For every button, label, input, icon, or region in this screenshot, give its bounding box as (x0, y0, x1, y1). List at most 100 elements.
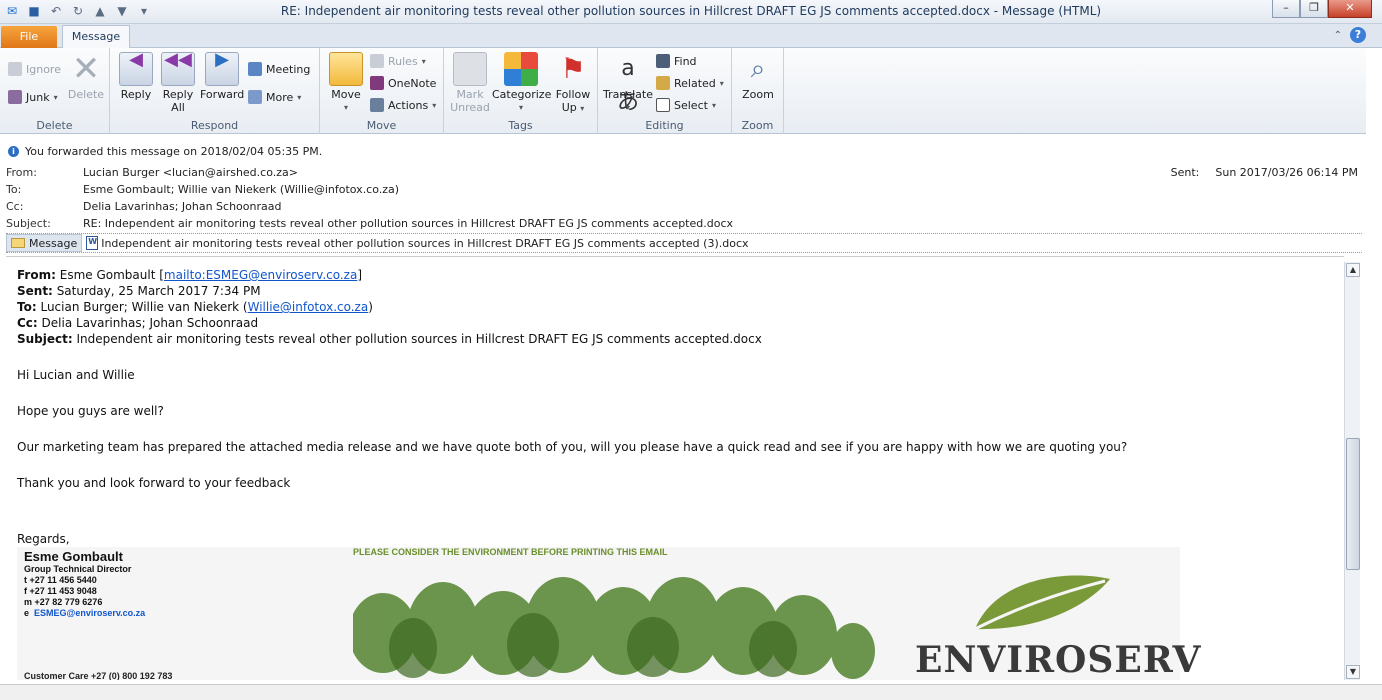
window-title: RE: Independent air monitoring tests rev… (280, 4, 1102, 18)
more-button[interactable]: More ▾ (248, 90, 301, 104)
group-label-delete: Delete (36, 119, 73, 132)
email-signature: Esme Gombault Group Technical Director t… (17, 547, 1200, 680)
reply-all-icon: ◀◀ (161, 51, 195, 86)
close-button[interactable]: ✕ (1328, 0, 1372, 18)
greeting: Hi Lucian and Willie (17, 368, 135, 382)
body-line-2: Our marketing team has prepared the atta… (17, 440, 1128, 454)
signature-tel: t +27 11 456 5440 (24, 575, 97, 585)
scroll-thumb[interactable] (1346, 438, 1360, 570)
ignore-button[interactable]: Ignore (8, 62, 61, 76)
mailto-link[interactable]: mailto:ESMEG@enviroserv.co.za (164, 268, 357, 282)
delete-button[interactable]: ✕ Delete (66, 52, 106, 101)
signature-fax: f +27 11 453 9048 (24, 586, 97, 596)
move-button[interactable]: Move ▾ (326, 52, 366, 114)
vertical-scrollbar[interactable]: ▲ ▼ (1344, 262, 1360, 680)
minimize-button[interactable]: – (1272, 0, 1300, 18)
group-tags: Mark Unread Categorize ▾ ⚑ Follow Up ▾ T… (444, 48, 598, 134)
group-zoom: ⌕ Zoom Zoom (732, 48, 784, 134)
cursor-icon (656, 98, 670, 112)
group-label-zoom: Zoom (741, 119, 774, 132)
group-respond: ◀ Reply ◀◀ Reply All ▶ Forward Meeting M… (110, 48, 320, 134)
group-label-respond: Respond (190, 119, 239, 132)
attachment-bar: Message Independent air monitoring tests… (6, 233, 1362, 253)
header-cc: Cc: Delia Lavarinhas; Johan Schoonraad (6, 200, 282, 213)
group-label-editing: Editing (645, 119, 684, 132)
categorize-icon (504, 52, 538, 86)
signature-email-row: e ESMEG@enviroserv.co.za (24, 608, 146, 618)
envelope-icon (11, 238, 25, 248)
select-button[interactable]: Select ▾ (656, 98, 716, 112)
more-icon (248, 90, 262, 104)
help-icon[interactable]: ? (1350, 27, 1366, 43)
group-delete: Ignore Junk ▾ ✕ Delete Delete (0, 48, 110, 134)
signature-name: Esme Gombault (24, 549, 123, 564)
meeting-button[interactable]: Meeting (248, 62, 310, 76)
mark-unread-button[interactable]: Mark Unread (448, 52, 492, 114)
group-label-move: Move (366, 119, 397, 132)
ignore-icon (8, 62, 22, 76)
categorize-button[interactable]: Categorize ▾ (492, 52, 551, 114)
ribbon-tabs: File Message ⌃ ? (0, 24, 1382, 49)
actions-button[interactable]: Actions ▾ (370, 98, 436, 112)
folder-icon (329, 52, 363, 86)
enviroserv-logo-text: ENVIROSERV (915, 639, 1202, 680)
trees-image (353, 577, 875, 679)
quoted-to: To: Lucian Burger; Willie van Niekerk (W… (17, 300, 373, 314)
quoted-sent: Sent: Saturday, 25 March 2017 7:34 PM (17, 284, 261, 298)
signature-email-link[interactable]: ESMEG@enviroserv.co.za (34, 608, 145, 618)
magnifier-icon: ⌕ (750, 54, 766, 84)
status-bar (0, 684, 1382, 700)
reply-all-button[interactable]: ◀◀ Reply All (158, 51, 198, 114)
tab-file[interactable]: File (1, 26, 57, 48)
translate-icon: aあ (616, 56, 639, 115)
header-from: From: Lucian Burger <lucian@airshed.co.z… (6, 166, 298, 179)
junk-button[interactable]: Junk ▾ (8, 90, 58, 104)
follow-up-button[interactable]: ⚑ Follow Up ▾ (552, 52, 594, 115)
scroll-down-button[interactable]: ▼ (1346, 665, 1360, 679)
quoted-from: From: Esme Gombault [mailto:ESMEG@enviro… (17, 268, 363, 282)
body-line-1: Hope you guys are well? (17, 404, 164, 418)
quoted-cc: Cc: Delia Lavarinhas; Johan Schoonraad (17, 316, 259, 330)
info-bar: i You forwarded this message on 2018/02/… (8, 145, 322, 158)
translate-button[interactable]: aあ Translate ▾ (602, 52, 654, 115)
onenote-icon (370, 76, 384, 90)
binoculars-icon (656, 54, 670, 68)
group-move: Move ▾ Rules ▾ OneNote Actions ▾ Move (320, 48, 444, 134)
body-line-3: Thank you and look forward to your feedb… (17, 476, 291, 490)
flag-icon: ⚑ (560, 52, 586, 85)
message-tab[interactable]: Message (6, 234, 83, 252)
meeting-icon (248, 62, 262, 76)
tab-message[interactable]: Message (62, 25, 130, 49)
reply-button[interactable]: ◀ Reply (116, 51, 156, 101)
regards: Regards, (17, 532, 70, 546)
scroll-up-button[interactable]: ▲ (1346, 263, 1360, 277)
reply-icon: ◀ (119, 51, 153, 86)
zoom-button[interactable]: ⌕ Zoom (738, 52, 778, 101)
delete-icon: ✕ (71, 49, 101, 89)
signature-mobile: m +27 82 779 6276 (24, 597, 103, 607)
related-button[interactable]: Related ▾ (656, 76, 724, 90)
header-to: To: Esme Gombault; Willie van Niekerk (W… (6, 183, 400, 196)
forward-icon: ▶ (205, 51, 239, 86)
group-editing: aあ Translate ▾ Find Related ▾ Select ▾ Edi… (598, 48, 732, 134)
rules-button[interactable]: Rules ▾ (370, 54, 426, 68)
word-document-icon (86, 236, 99, 250)
forward-button[interactable]: ▶ Forward (200, 51, 244, 102)
enviroserv-leaf-logo (974, 575, 1110, 631)
customer-care: Customer Care +27 (0) 800 192 783 (24, 671, 173, 680)
header-subject: Subject: RE: Independent air monitoring … (6, 217, 734, 230)
find-button[interactable]: Find (656, 54, 697, 68)
attachment-file[interactable]: Independent air monitoring tests reveal … (86, 236, 749, 250)
header-sent: Sent: Sun 2017/03/26 06:14 PM (1170, 166, 1358, 179)
onenote-button[interactable]: OneNote (370, 76, 436, 90)
actions-icon (370, 98, 384, 112)
message-body[interactable]: From: Esme Gombault [mailto:ESMEG@enviro… (6, 256, 1344, 680)
rules-icon (370, 54, 384, 68)
maximize-button[interactable]: ❐ (1300, 0, 1328, 18)
quoted-subject: Subject: Independent air monitoring test… (17, 332, 762, 346)
window-controls: – ❐ ✕ (1272, 0, 1372, 18)
signature-title: Group Technical Director (24, 564, 132, 574)
collapse-ribbon-icon[interactable]: ⌃ (1334, 30, 1342, 41)
willie-email-link[interactable]: Willie@infotox.co.za (248, 300, 369, 314)
envelope-icon (453, 52, 487, 86)
